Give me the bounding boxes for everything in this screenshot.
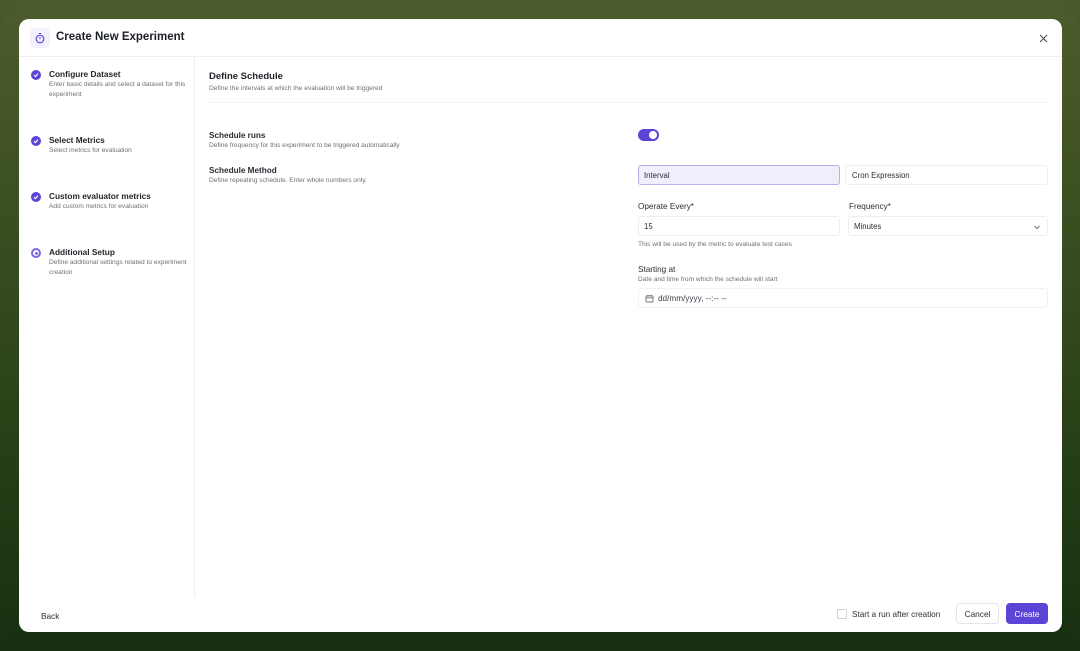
step-description: Select metrics for evaluation	[49, 147, 132, 154]
schedule-runs-label: Schedule runs	[209, 131, 266, 140]
window-frame: Create New Experiment Configure Dataset …	[0, 0, 1080, 651]
back-button[interactable]: Back	[41, 611, 59, 621]
toggle-knob	[649, 131, 657, 139]
datetime-placeholder: dd/mm/yyyy, --:-- --	[658, 293, 727, 303]
current-step-icon	[31, 248, 41, 258]
section-title: Define Schedule	[209, 71, 283, 82]
step-title: Configure Dataset	[49, 69, 121, 79]
schedule-runs-description: Define frequency for this experiment to …	[209, 142, 400, 149]
starting-at-datetime-input[interactable]: dd/mm/yyyy, --:-- --	[638, 288, 1048, 308]
modal-footer: Back Start a run after creation Cancel C…	[19, 597, 1062, 632]
operate-every-label: Operate Every*	[638, 202, 694, 211]
schedule-method-label: Schedule Method	[209, 166, 277, 175]
interval-option[interactable]: Interval	[638, 165, 840, 185]
section-description: Define the intervals at which the evalua…	[209, 85, 383, 92]
step-description: Add custom metrics for evaluation	[49, 203, 149, 210]
step-description: Define additional settings related to ex…	[49, 259, 187, 276]
schedule-method-description: Define repeating schedule. Enter whole n…	[209, 177, 367, 184]
cron-expression-option[interactable]: Cron Expression	[845, 165, 1048, 185]
starting-at-label: Starting at	[638, 265, 676, 274]
cancel-button[interactable]: Cancel	[956, 603, 999, 624]
steps-sidebar: Configure Dataset Enter basic details an…	[19, 57, 195, 597]
section-divider	[209, 102, 1049, 103]
chevron-down-icon	[1034, 225, 1040, 230]
step-description: Enter basic details and select a dataset…	[49, 81, 186, 98]
modal-title: Create New Experiment	[56, 31, 185, 43]
close-icon[interactable]	[1036, 31, 1050, 45]
checkbox-box[interactable]	[837, 609, 847, 619]
frequency-select[interactable]: Minutes	[848, 216, 1048, 236]
create-button[interactable]: Create	[1006, 603, 1048, 624]
frequency-label: Frequency*	[849, 202, 891, 211]
check-icon	[31, 70, 41, 80]
start-run-label: Start a run after creation	[852, 609, 941, 619]
main-content: Define Schedule Define the intervals at …	[196, 57, 1062, 597]
check-icon	[31, 192, 41, 202]
modal-header: Create New Experiment	[19, 19, 1062, 57]
start-run-checkbox[interactable]: Start a run after creation	[837, 609, 940, 619]
stopwatch-icon	[30, 28, 50, 48]
create-experiment-modal: Create New Experiment Configure Dataset …	[19, 19, 1062, 632]
schedule-runs-toggle[interactable]	[638, 129, 659, 141]
frequency-value: Minutes	[854, 221, 882, 231]
operate-every-hint: This will be used by the metric to evalu…	[638, 241, 792, 248]
step-title: Additional Setup	[49, 247, 115, 257]
calendar-icon	[645, 294, 654, 302]
check-icon	[31, 136, 41, 146]
step-title: Custom evaluator metrics	[49, 191, 151, 201]
step-title: Select Metrics	[49, 135, 105, 145]
starting-at-description: Date and time from which the schedule wi…	[638, 276, 778, 283]
operate-every-input[interactable]: 15	[638, 216, 840, 236]
